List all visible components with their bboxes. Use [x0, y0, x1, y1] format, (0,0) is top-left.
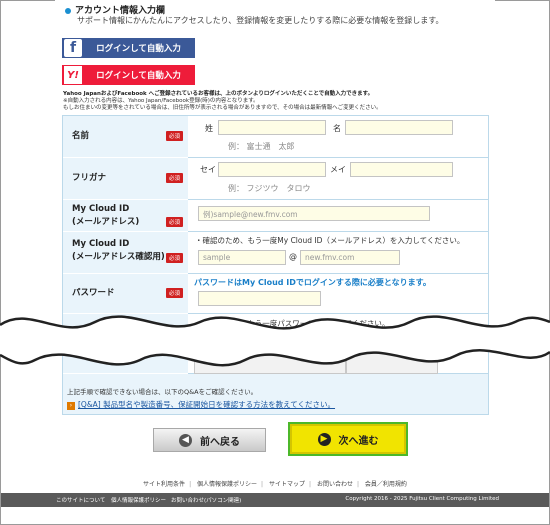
furigana-input-cell: セイ メイ 例： フジツウ タロウ: [188, 158, 488, 200]
right-arrow-icon: ▶: [317, 432, 331, 446]
required-badge: 必須: [166, 253, 183, 263]
left-arrow-icon: ◀: [179, 433, 192, 447]
footer-link[interactable]: サイト利用条件: [143, 481, 185, 488]
bottom-bar: このサイトについて 個人情報保護ポリシー お問い合わせ(パソコン関連) Copy…: [1, 493, 549, 507]
email-confirm-domain-input[interactable]: new.fmv.com: [300, 250, 400, 265]
required-badge: 必須: [166, 173, 183, 183]
mei-kana-label: メイ: [330, 165, 346, 174]
required-badge: 必須: [166, 131, 183, 141]
email-confirm-label-line1: My Cloud ID: [72, 239, 130, 249]
bottom-link[interactable]: お問い合わせ(パソコン関連): [171, 496, 241, 504]
last-name-kana-input[interactable]: [218, 162, 326, 177]
email-confirm-input-cell: ・確認のため、もう一度My Cloud ID（メールアドレス）を入力してください…: [188, 232, 488, 274]
yahoo-login-button[interactable]: Y! ログインして自動入力: [62, 65, 195, 85]
last-name-input[interactable]: [218, 120, 326, 135]
email-confirm-label-cell: My Cloud ID (メールアドレス確認用) 必須: [63, 232, 188, 274]
footer-links: サイト利用条件 | 個人情報保護ポリシー | サイトマップ | お問い合わせ | 会員／…: [143, 481, 407, 488]
at-sign: @: [289, 252, 297, 261]
name-input-cell: 姓 名 例： 富士通 太郎: [188, 116, 488, 158]
first-name-input[interactable]: [345, 120, 453, 135]
faq-link[interactable]: › [Q&A] 製品型名や製造番号、保証開始日を確認する方法を教えてください。: [67, 399, 335, 410]
page-content: アカウント情報入力欄 サポート情報にかんたんにアクセスしたり、登録情報を変更した…: [55, 0, 495, 489]
arrow-icon: ›: [67, 402, 75, 410]
facebook-icon: f: [64, 39, 82, 57]
footer-link[interactable]: 個人情報保護ポリシー: [197, 481, 257, 488]
back-button[interactable]: ◀ 前へ戻る: [153, 428, 266, 452]
email-input-cell: 例)sample@new.fmv.com: [188, 200, 488, 232]
facebook-login-label: ログインして自動入力: [96, 44, 181, 54]
required-badge: 必須: [166, 288, 183, 298]
faq-intro-text: 上記手順で確認できない場合は、以下のQ&Aをご確認ください。: [67, 388, 258, 396]
password-notice: パスワードはMy Cloud IDでログインする際に必要となります。: [194, 278, 431, 287]
email-confirm-instruction: ・確認のため、もう一度My Cloud ID（メールアドレス）を入力してください…: [195, 236, 465, 245]
section-description: サポート情報にかんたんにアクセスしたり、登録情報を変更したりする際に必要な情報を…: [77, 16, 444, 25]
bottom-link[interactable]: このサイトについて: [56, 496, 105, 504]
email-confirm-local-input[interactable]: sample: [198, 250, 286, 265]
footer-link[interactable]: サイトマップ: [269, 481, 305, 488]
furigana-label: フリガナ: [72, 173, 107, 183]
name-label-cell: 名前 必須: [63, 116, 188, 158]
yahoo-icon: Y!: [64, 66, 82, 84]
sei-kana-label: セイ: [200, 165, 216, 174]
torn-edge-divider: [0, 315, 550, 367]
yahoo-login-label: ログインして自動入力: [96, 71, 181, 81]
furigana-label-cell: フリガナ 必須: [63, 158, 188, 200]
password-label: パスワード: [72, 288, 115, 298]
furigana-example: 例： フジツウ タロウ: [228, 184, 311, 193]
next-button[interactable]: ▶ 次へ進む: [290, 424, 406, 454]
facebook-login-button[interactable]: f ログインして自動入力: [62, 38, 195, 58]
footer-link[interactable]: 会員／利用規約: [365, 481, 407, 488]
bullet-icon: [65, 7, 71, 14]
email-confirm-label-line2: (メールアドレス確認用): [72, 252, 165, 262]
email-label-cell: My Cloud ID (メールアドレス) 必須: [63, 200, 188, 232]
email-label-line1: My Cloud ID: [72, 204, 130, 214]
mei-label: 名: [333, 124, 341, 133]
autofill-note-warning: もしお住まいの変更等をされている場合は、旧住所等が表示される場合がありますので、…: [63, 105, 382, 111]
name-label: 名前: [72, 131, 90, 141]
bottom-link[interactable]: 個人情報保護ポリシー: [111, 496, 166, 504]
sei-label: 姓: [205, 124, 213, 133]
required-badge: 必須: [166, 217, 183, 227]
footer-link[interactable]: お問い合わせ: [317, 481, 353, 488]
email-input[interactable]: 例)sample@new.fmv.com: [198, 206, 430, 221]
email-label-line2: (メールアドレス): [72, 217, 140, 227]
name-example: 例： 富士通 太郎: [228, 142, 295, 151]
first-name-kana-input[interactable]: [350, 162, 453, 177]
copyright: Copyright 2016 - 2025 Fujitsu Client Com…: [345, 496, 499, 502]
